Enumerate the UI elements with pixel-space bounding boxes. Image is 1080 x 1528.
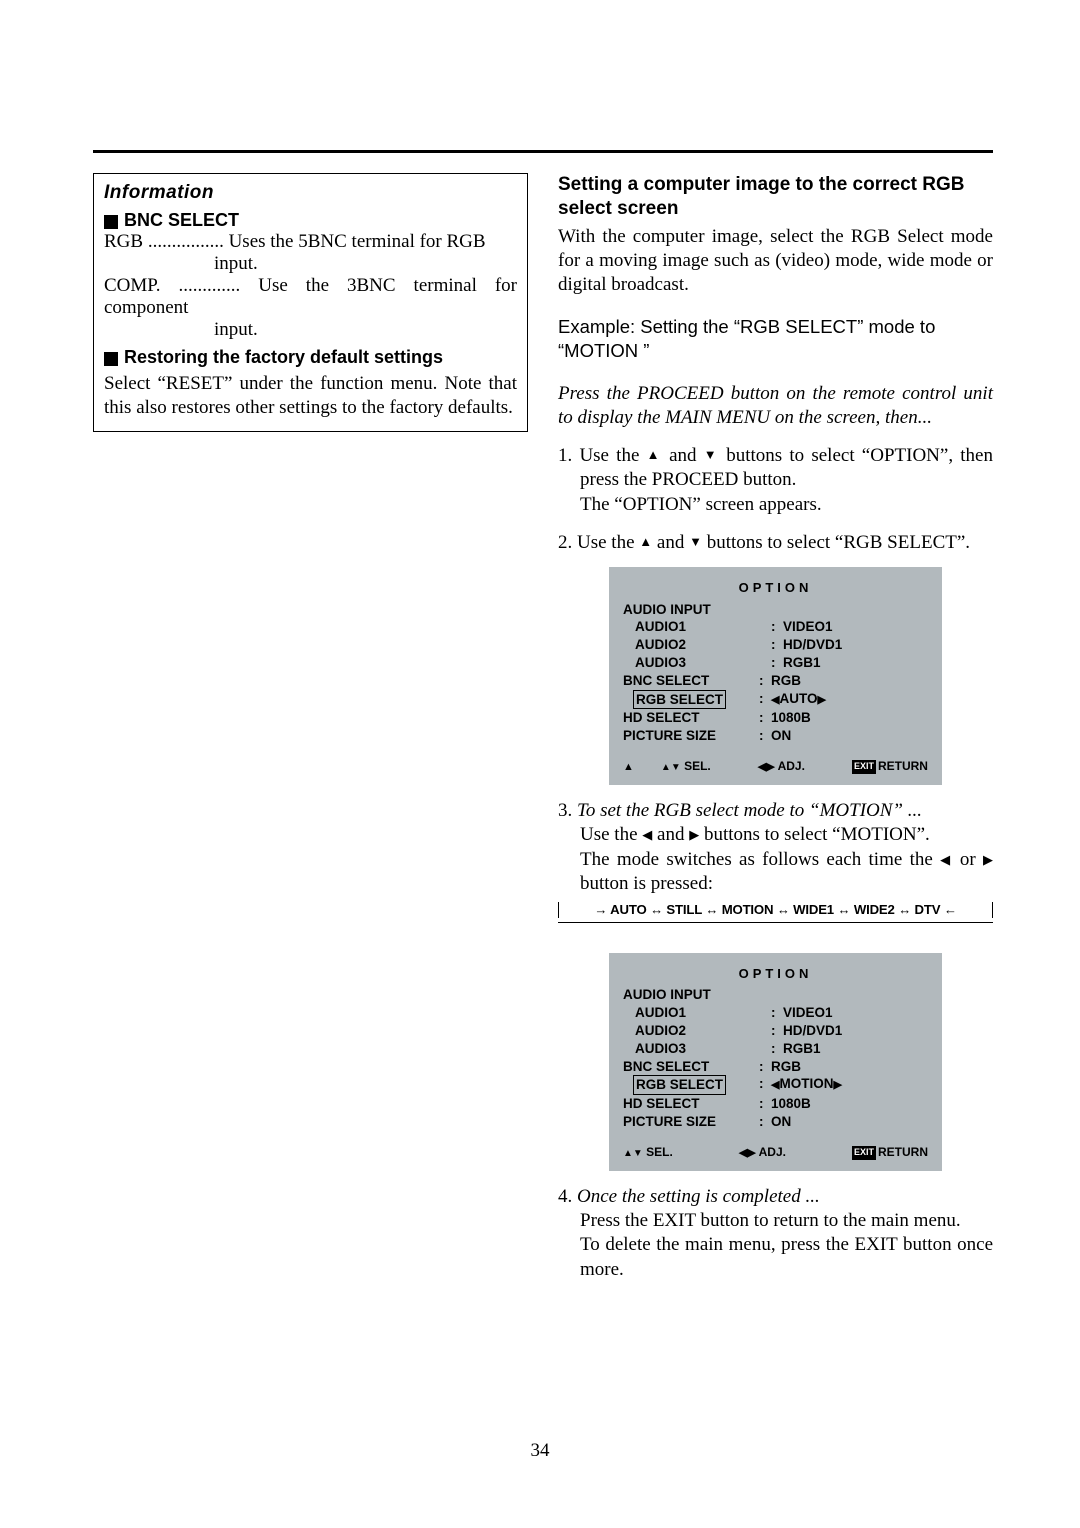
down-arrow-icon — [689, 532, 702, 553]
left-arrow-icon — [642, 824, 652, 845]
step-2: 2. Use the and buttons to select “RGB SE… — [558, 531, 993, 555]
right-arrow-icon — [983, 849, 993, 870]
restore-body: Select “RESET” under the function menu. … — [104, 372, 517, 421]
restore-heading: Restoring the factory default settings — [104, 347, 517, 368]
information-header: Information — [104, 182, 517, 204]
osd-selected-item: RGB SELECT — [633, 1075, 726, 1095]
bnc-select-heading: BNC SELECT — [104, 210, 517, 231]
step-3: 3. To set the RGB select mode to “MOTION… — [558, 799, 993, 896]
bnc-select-title: BNC SELECT — [124, 210, 239, 231]
section-heading: Setting a computer image to the correct … — [558, 173, 993, 221]
up-arrow-icon — [647, 445, 662, 466]
information-box: Information BNC SELECT RGB .............… — [93, 173, 528, 432]
mode-sequence: → AUTO ↔ STILL ↔ MOTION ↔ WIDE1 ↔ WIDE2 … — [558, 902, 993, 923]
down-arrow-icon — [704, 445, 719, 466]
bnc-comp-def: COMP. ............. Use the 3BNC termina… — [104, 275, 517, 319]
step-1: 1. Use the and buttons to select “OPTION… — [558, 444, 993, 517]
osd-screen-2: OPTION AUDIO INPUT AUDIO1:VIDEO1 AUDIO2:… — [609, 953, 942, 1171]
proceed-instruction: Press the PROCEED button on the remote c… — [558, 382, 993, 431]
osd-screen-1: OPTION AUDIO INPUT AUDIO1:VIDEO1 AUDIO2:… — [609, 567, 942, 785]
osd-title: OPTION — [623, 579, 928, 596]
bnc-rgb-def2: input. — [104, 253, 517, 275]
intro-paragraph: With the computer image, select the RGB … — [558, 225, 993, 298]
right-arrow-icon — [689, 824, 699, 845]
example-line: Example: Setting the “RGB SELECT” mode t… — [558, 315, 993, 363]
page-number: 34 — [0, 1440, 1080, 1462]
square-bullet-icon — [104, 215, 118, 229]
bnc-comp-def2: input. — [104, 319, 517, 341]
square-bullet-icon — [104, 352, 118, 366]
restore-title: Restoring the factory default settings — [124, 347, 443, 368]
osd-footer: ▲ ▲▼ SEL. ◀▶ ADJ. EXITRETURN — [623, 759, 928, 775]
left-arrow-icon — [940, 849, 953, 870]
osd-title: OPTION — [623, 965, 928, 982]
step-4: 4. Once the setting is completed ... Pre… — [558, 1185, 993, 1282]
top-rule — [93, 150, 993, 153]
osd-footer: ▲▼ SEL. ◀▶ ADJ. EXITRETURN — [623, 1145, 928, 1161]
bnc-rgb-def: RGB ................ Uses the 5BNC termi… — [104, 231, 517, 253]
up-arrow-icon — [639, 532, 652, 553]
osd-selected-item: RGB SELECT — [633, 690, 726, 710]
